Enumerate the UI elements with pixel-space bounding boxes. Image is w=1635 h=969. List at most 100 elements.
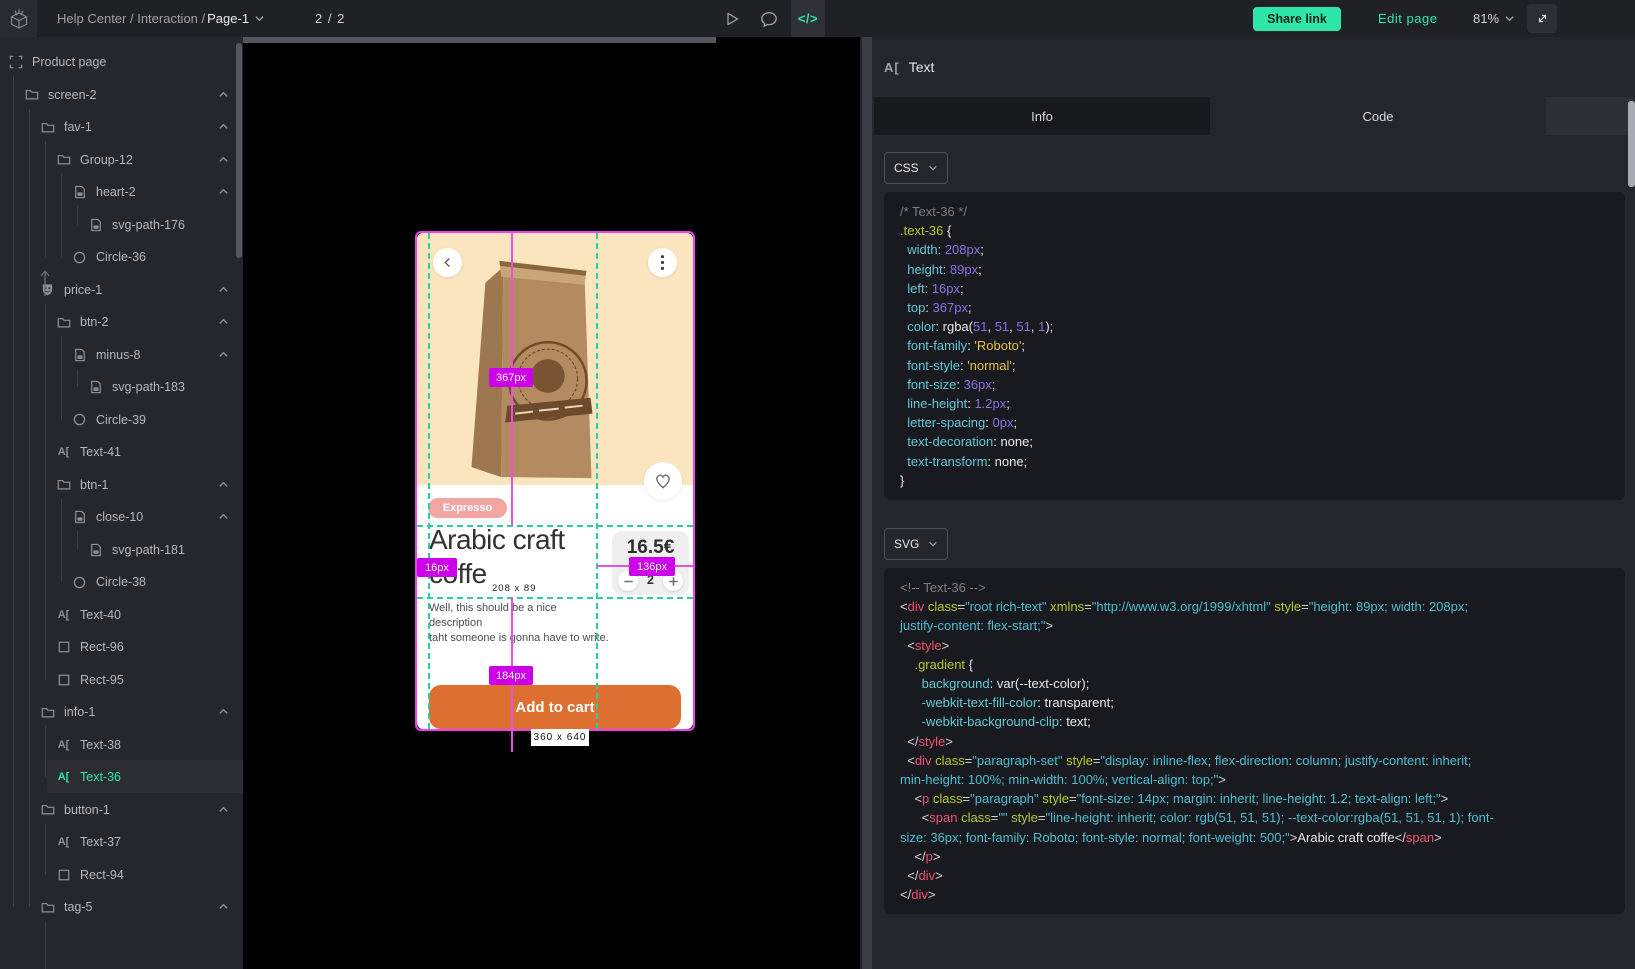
collapse-caret-icon[interactable]	[218, 89, 229, 103]
device-frame-screen-2[interactable]: Expresso Arabic craft coffe 208 x 89 Wel…	[417, 233, 693, 729]
file-icon	[72, 185, 87, 200]
layer-label: svg-path-183	[112, 380, 185, 394]
layer-row-circle-36[interactable]: Circle-36	[0, 241, 243, 273]
code-line: height: 89px;	[900, 260, 1625, 279]
collapse-caret-icon[interactable]	[218, 154, 229, 168]
layer-row-tag-5[interactable]: tag-5	[0, 891, 243, 923]
layer-row-svg-path-181[interactable]: svg-path-181	[0, 534, 243, 566]
layer-row-heart-2[interactable]: heart-2	[0, 176, 243, 208]
favorite-button[interactable]	[644, 462, 682, 500]
fullscreen-button[interactable]	[1527, 4, 1557, 33]
breadcrumb[interactable]: Help Center / Interaction / Page-1	[57, 0, 265, 37]
layer-row-button-1[interactable]: button-1	[0, 794, 243, 826]
tree-guide	[61, 336, 62, 420]
code-token: :	[956, 377, 963, 392]
code-token: <	[907, 638, 915, 653]
collapse-caret-icon[interactable]	[218, 316, 229, 330]
code-token: style	[918, 734, 945, 749]
layer-label: price-1	[64, 283, 102, 297]
selected-element-type: Text	[909, 59, 935, 75]
svg-dropdown-value: SVG	[894, 537, 919, 551]
collapse-caret-icon[interactable]	[218, 901, 229, 915]
layer-row-fav-1[interactable]: fav-1	[0, 111, 243, 143]
code-token: class	[961, 810, 991, 825]
collapse-caret-icon[interactable]	[218, 511, 229, 525]
collapse-caret-icon[interactable]	[218, 706, 229, 720]
code-token: "line-height: inherit; color: rgb(51, 51…	[1046, 810, 1494, 825]
layer-row-circle-39[interactable]: Circle-39	[0, 404, 243, 436]
css-format-dropdown[interactable]: CSS	[884, 152, 948, 184]
add-to-cart-button[interactable]: Add to cart	[429, 685, 681, 729]
collapse-caret-icon[interactable]	[218, 186, 229, 200]
comment-button[interactable]	[752, 0, 786, 37]
code-token: ;	[992, 377, 996, 392]
back-button[interactable]	[433, 248, 462, 277]
layer-row-svg-path-176[interactable]: svg-path-176	[0, 209, 243, 241]
code-token: <	[914, 791, 922, 806]
window-scrollbar[interactable]	[1628, 101, 1635, 187]
layer-label: minus-8	[96, 348, 140, 362]
code-token: .gradient	[914, 657, 965, 672]
measure-chip-left: 16px	[417, 558, 457, 577]
code-token: :	[987, 454, 994, 469]
code-mode-button[interactable]: </>	[791, 0, 825, 37]
tree-guide	[77, 369, 78, 388]
layer-row-svg-path-183[interactable]: svg-path-183	[0, 371, 243, 403]
layer-row-circle-38[interactable]: Circle-38	[0, 566, 243, 598]
css-code-block[interactable]: /* Text-36 */.text-36 { width: 208px; he…	[884, 192, 1625, 500]
collapse-caret-icon[interactable]	[218, 349, 229, 363]
code-token: span	[1406, 830, 1434, 845]
canvas[interactable]: Expresso Arabic craft coffe 208 x 89 Wel…	[243, 37, 860, 969]
tab-info[interactable]: Info	[874, 97, 1210, 135]
layer-row-group-12[interactable]: Group-12	[0, 144, 243, 176]
sidebar-scrollbar[interactable]	[236, 43, 242, 258]
code-line: </div>	[900, 866, 1625, 885]
layer-label: Text-36	[80, 770, 121, 784]
tabbar-filler	[1546, 97, 1635, 135]
layer-row-text-37[interactable]: A[Text-37	[0, 826, 243, 858]
collapse-caret-icon[interactable]	[218, 479, 229, 493]
code-token: style	[1274, 599, 1301, 614]
guide-line	[417, 525, 693, 527]
code-token: : rgba(	[935, 319, 973, 334]
play-button[interactable]	[715, 0, 749, 37]
layer-row-text-40[interactable]: A[Text-40	[0, 599, 243, 631]
layer-row-product page[interactable]: Product page	[0, 46, 243, 78]
code-line: }	[900, 471, 1625, 490]
layer-row-price-1[interactable]: price-1	[0, 274, 243, 306]
svg-format-dropdown[interactable]: SVG	[884, 528, 948, 560]
layer-row-screen-2[interactable]: screen-2	[0, 79, 243, 111]
layer-row-rect-94[interactable]: Rect-94	[0, 859, 243, 891]
more-options-button[interactable]	[648, 248, 677, 277]
layer-label: Circle-38	[96, 575, 146, 589]
layer-row-minus-8[interactable]: minus-8	[0, 339, 243, 371]
layer-row-text-38[interactable]: A[Text-38	[0, 729, 243, 761]
code-token	[900, 657, 914, 672]
code-token: ,	[1031, 319, 1038, 334]
layer-row-btn-1[interactable]: btn-1	[0, 469, 243, 501]
app-logo[interactable]	[0, 0, 37, 37]
layer-row-info-1[interactable]: info-1	[0, 696, 243, 728]
canvas-horizontal-scrollbar[interactable]	[243, 37, 716, 43]
tab-code[interactable]: Code	[1210, 97, 1546, 135]
code-token: >	[1218, 772, 1226, 787]
collapse-caret-icon[interactable]	[218, 284, 229, 298]
layer-row-rect-96[interactable]: Rect-96	[0, 631, 243, 663]
edit-page-link[interactable]: Edit page	[1378, 0, 1437, 37]
svg-code-block[interactable]: <!-- Text-36 --><div class="root rich-te…	[884, 568, 1625, 914]
layer-row-btn-2[interactable]: btn-2	[0, 306, 243, 338]
file-icon	[72, 510, 87, 525]
share-link-button[interactable]: Share link	[1253, 7, 1341, 31]
layer-row-close-10[interactable]: close-10	[0, 501, 243, 533]
layer-label: screen-2	[48, 88, 97, 102]
zoom-level-control[interactable]: 81%	[1473, 0, 1515, 37]
layer-row-text-41[interactable]: A[Text-41	[0, 436, 243, 468]
code-token: 16px	[932, 281, 960, 296]
collapse-caret-icon[interactable]	[218, 121, 229, 135]
code-token: <	[907, 753, 915, 768]
inspector-scrollbar[interactable]	[862, 37, 872, 969]
layer-row-rect-95[interactable]: Rect-95	[0, 664, 243, 696]
layer-row-text-36[interactable]: A[Text-36	[0, 761, 243, 793]
collapse-caret-icon[interactable]	[218, 804, 229, 818]
code-token: =	[963, 791, 971, 806]
